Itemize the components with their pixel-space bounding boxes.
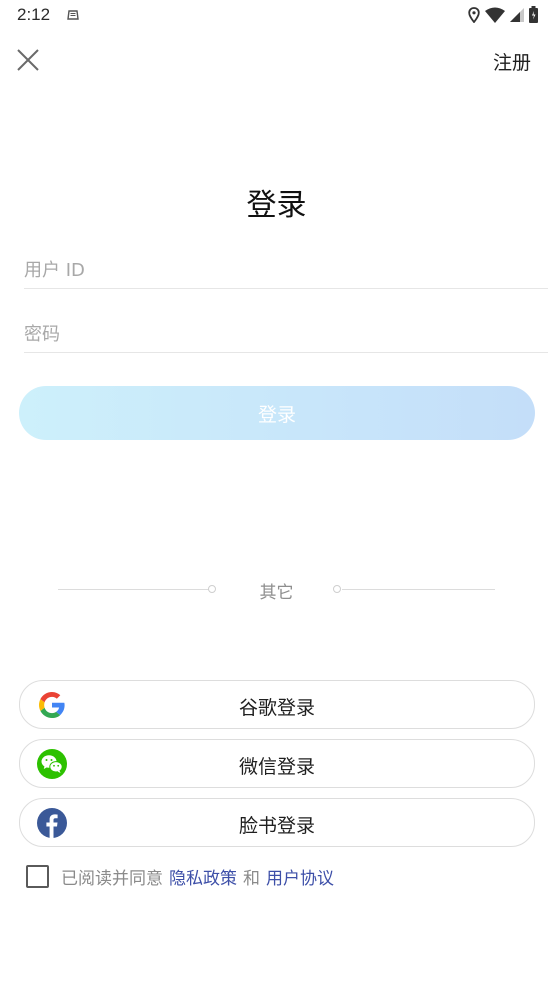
divider-line-right: [342, 589, 495, 590]
login-button-label: 登录: [257, 403, 296, 426]
agreement-checkbox[interactable]: [26, 864, 49, 888]
battery-icon: [529, 6, 538, 23]
status-time: 2:12: [17, 5, 51, 24]
location-icon: [468, 6, 480, 23]
close-icon: [14, 49, 42, 78]
privacy-policy-link[interactable]: 隐私政策: [169, 864, 237, 889]
user-agreement-link[interactable]: 用户协议: [266, 864, 334, 889]
register-link[interactable]: 注册: [493, 48, 531, 75]
facebook-login-label: 脸书登录: [238, 815, 315, 837]
agreement-conjunction: 和: [243, 868, 260, 889]
wechat-login-button[interactable]: 微信登录: [19, 739, 535, 788]
userid-input[interactable]: [24, 252, 548, 289]
signal-icon: [510, 7, 524, 22]
wifi-icon: [485, 7, 505, 23]
agreement-row: 已阅读并同意 隐私政策 和 用户协议: [26, 864, 334, 889]
agreement-prefix: 已阅读并同意: [61, 868, 163, 889]
login-button[interactable]: 登录: [19, 386, 535, 440]
wechat-login-label: 微信登录: [238, 756, 315, 778]
google-login-label: 谷歌登录: [238, 697, 315, 719]
divider-label: 其它: [259, 583, 294, 603]
notification-icon: [66, 7, 80, 21]
status-bar: 2:12: [0, 0, 553, 30]
google-login-button[interactable]: 谷歌登录: [19, 680, 535, 729]
status-icons: [468, 6, 538, 23]
divider-dot-right: [333, 585, 341, 593]
page-title: 登录: [246, 188, 307, 223]
close-button[interactable]: [14, 46, 42, 74]
facebook-login-button[interactable]: 脸书登录: [19, 798, 535, 847]
password-input[interactable]: [24, 316, 548, 353]
